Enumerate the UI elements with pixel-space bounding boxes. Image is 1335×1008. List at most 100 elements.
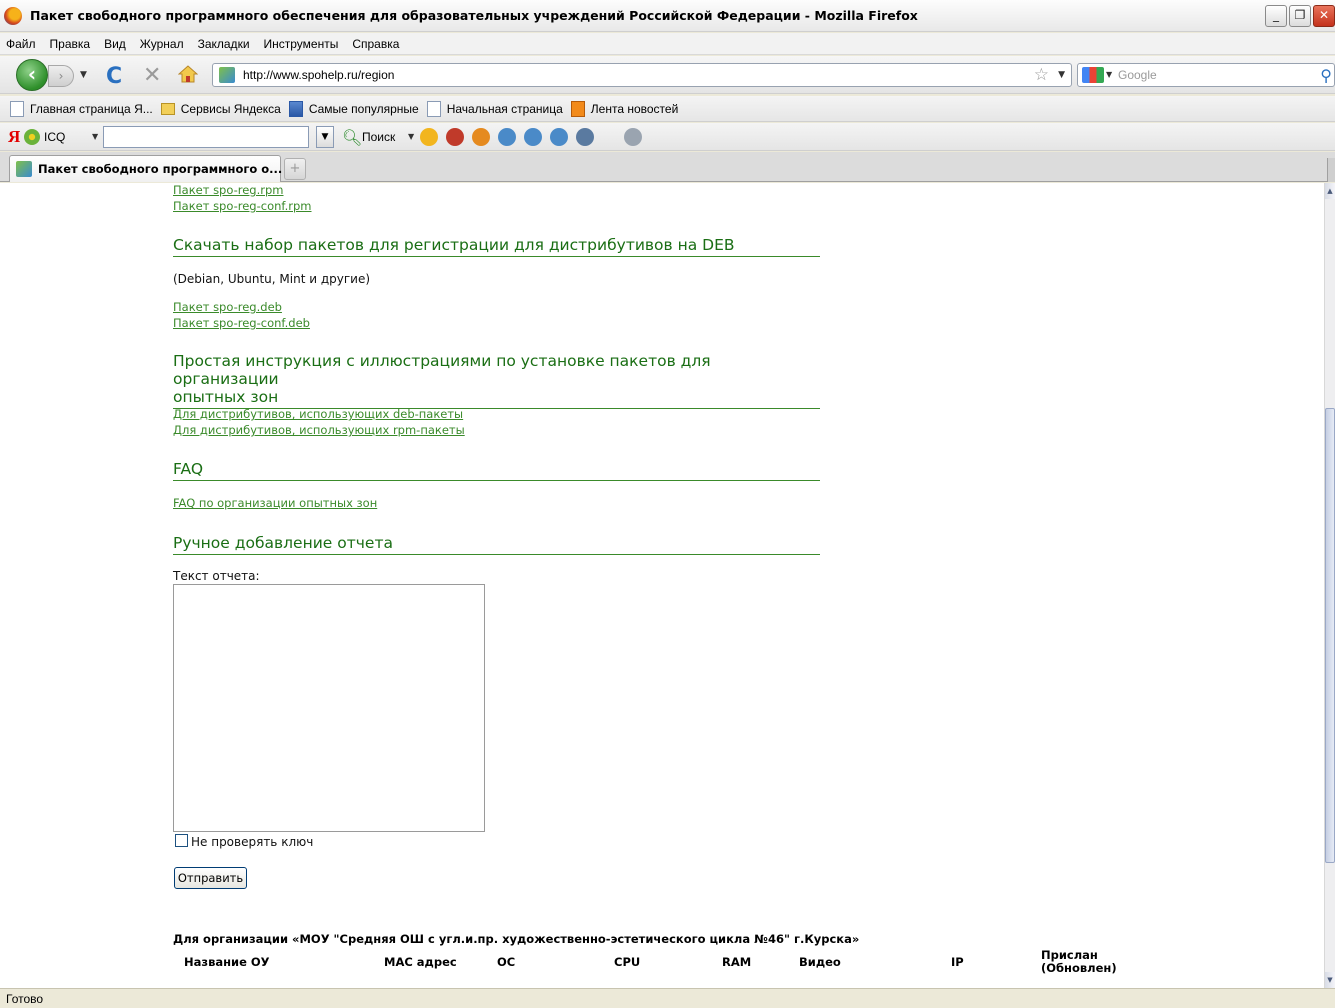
scroll-down-icon[interactable]: ▼ [1325, 972, 1335, 988]
zoom-in-icon[interactable] [498, 128, 516, 146]
weather-icon[interactable] [420, 128, 438, 146]
forward-button[interactable]: › [48, 65, 74, 87]
page-icon [426, 100, 441, 117]
link-deb-instruction[interactable]: Для дистрибутивов, использующих deb-паке… [173, 407, 463, 421]
column-header-ip: IP [951, 955, 964, 969]
home-icon[interactable] [178, 65, 198, 83]
back-button[interactable]: ‹ [16, 59, 48, 91]
yandex-logo[interactable]: Я [8, 127, 20, 147]
search-bar[interactable]: ▼ Google ⚲ [1077, 63, 1335, 87]
yandex-search-button[interactable]: Поиск [362, 130, 395, 144]
yandex-search-input[interactable] [103, 126, 309, 148]
menu-history[interactable]: Журнал [140, 37, 184, 51]
traffic-icon[interactable] [446, 128, 464, 146]
pen-icon[interactable] [624, 128, 642, 146]
yandex-search-menu-icon[interactable]: ▼ [408, 132, 414, 141]
tab-title: Пакет свободного программного о... [38, 162, 283, 176]
search-input[interactable]: Google [1118, 68, 1157, 82]
menu-tools[interactable]: Инструменты [264, 37, 339, 51]
organization-heading: Для организации «МОУ "Средняя ОШ с угл.и… [173, 932, 860, 946]
status-bar: Готово [0, 988, 1335, 1008]
no-check-key-checkbox[interactable] [175, 834, 188, 847]
bookmarks-toolbar: Главная страница Я... Сервисы Яндекса Са… [0, 96, 1335, 122]
column-header-sent-line2: (Обновлен) [1041, 961, 1117, 975]
bookmark-label: Лента новостей [590, 101, 679, 116]
search-engine-dropdown-icon[interactable]: ▼ [1106, 70, 1112, 79]
link-spo-reg-deb[interactable]: Пакет spo-reg.deb [173, 300, 282, 314]
instruction-title-line2: опытных зон [173, 388, 279, 406]
bookmark-label: Начальная страница [446, 101, 563, 116]
section-title-deb: Скачать набор пакетов для регистрации дл… [173, 236, 820, 257]
star-folder-icon [288, 100, 303, 117]
icq-label[interactable]: ICQ [44, 130, 65, 144]
icq-icon[interactable] [24, 129, 40, 145]
report-textarea[interactable] [173, 584, 485, 832]
vertical-scrollbar[interactable]: ▲ ▼ [1324, 183, 1335, 988]
menu-bar: Файл Правка Вид Журнал Закладки Инструме… [0, 33, 1335, 55]
firefox-icon [4, 6, 22, 25]
page-icon [10, 100, 24, 117]
column-header-video: Видео [799, 955, 841, 969]
page-content: Пакет spo-reg.rpm Пакет spo-reg-conf.rpm… [0, 183, 1324, 988]
google-icon[interactable] [1082, 67, 1104, 83]
site-favicon-icon [219, 67, 235, 83]
stop-icon[interactable]: ✕ [143, 63, 161, 88]
bookmark-star-icon[interactable]: ☆ [1034, 65, 1049, 85]
menu-bookmarks[interactable]: Закладки [198, 37, 250, 51]
scroll-thumb[interactable] [1325, 408, 1335, 863]
menu-edit[interactable]: Правка [50, 37, 91, 51]
mail-icon[interactable] [472, 128, 490, 146]
restore-button[interactable]: ❐ [1289, 5, 1311, 27]
window-title: Пакет свободного программного обеспечени… [30, 8, 918, 23]
column-header-ram: RAM [722, 955, 752, 969]
scroll-up-icon[interactable]: ▲ [1325, 183, 1335, 199]
zoom-reset-icon[interactable] [524, 128, 542, 146]
tab-strip: Пакет свободного программного о... + [0, 152, 1335, 182]
minimize-button[interactable]: _ [1265, 5, 1287, 27]
link-faq[interactable]: FAQ по организации опытных зон [173, 496, 377, 510]
no-check-key-label: Не проверять ключ [191, 835, 314, 849]
zoom-out-icon[interactable] [550, 128, 568, 146]
bookmark-label: Сервисы Яндекса [180, 101, 281, 116]
menu-view[interactable]: Вид [104, 37, 126, 51]
submit-button[interactable]: Отправить [174, 867, 247, 889]
bookmark-news-feed[interactable]: Лента новостей [570, 100, 679, 117]
folder-icon [160, 102, 175, 115]
link-spo-reg-conf-rpm[interactable]: Пакет spo-reg-conf.rpm [173, 199, 312, 213]
column-header-sent: Прислан (Обновлен) [1041, 949, 1117, 975]
menu-file[interactable]: Файл [6, 37, 36, 51]
instruction-title-line1: Простая инструкция с иллюстрациями по ус… [173, 352, 711, 388]
new-tab-button[interactable]: + [284, 158, 306, 180]
yandex-toolbar: Я ICQ ▼ ▼ 🔍︎ Поиск ▼ [0, 123, 1335, 151]
link-rpm-instruction[interactable]: Для дистрибутивов, использующих rpm-паке… [173, 423, 465, 437]
search-icon[interactable]: 🔍︎ [342, 128, 362, 147]
bookmark-most-popular[interactable]: Самые популярные [288, 100, 419, 117]
url-dropdown-icon[interactable]: ▼ [1058, 70, 1065, 80]
reload-icon[interactable]: C [106, 64, 122, 89]
column-header-mac: MAC адрес [384, 955, 457, 969]
menu-help[interactable]: Справка [352, 37, 399, 51]
tab-list-button[interactable] [1327, 158, 1335, 182]
bookmark-label: Самые популярные [308, 101, 419, 116]
bookmark-start-page[interactable]: Начальная страница [426, 100, 563, 117]
site-favicon-icon [16, 161, 32, 177]
section-title-instruction: Простая инструкция с иллюстрациями по ус… [173, 352, 820, 409]
bookmark-yandex-home[interactable]: Главная страница Я... [10, 100, 153, 117]
bookmark-label: Главная страница Я... [30, 101, 153, 116]
user-icon[interactable] [576, 128, 594, 146]
search-icon[interactable]: ⚲ [1320, 66, 1332, 85]
rss-icon [570, 100, 585, 117]
close-button[interactable]: ✕ [1313, 5, 1335, 27]
link-spo-reg-rpm[interactable]: Пакет spo-reg.rpm [173, 183, 284, 197]
url-text[interactable]: http://www.spohelp.ru/region [243, 68, 394, 82]
yandex-search-dropdown-icon[interactable]: ▼ [316, 126, 334, 148]
history-dropdown-icon[interactable]: ▼ [80, 70, 87, 80]
window-controls: _ ❐ ✕ [1265, 5, 1335, 27]
column-header-school-name: Название ОУ [184, 955, 270, 969]
icq-dropdown-icon[interactable]: ▼ [92, 132, 98, 141]
url-bar[interactable]: http://www.spohelp.ru/region ☆ ▼ [212, 63, 1072, 87]
status-text: Готово [6, 992, 44, 1006]
link-spo-reg-conf-deb[interactable]: Пакет spo-reg-conf.deb [173, 316, 310, 330]
tab-active[interactable]: Пакет свободного программного о... [9, 155, 283, 182]
bookmark-yandex-services[interactable]: Сервисы Яндекса [160, 101, 281, 116]
